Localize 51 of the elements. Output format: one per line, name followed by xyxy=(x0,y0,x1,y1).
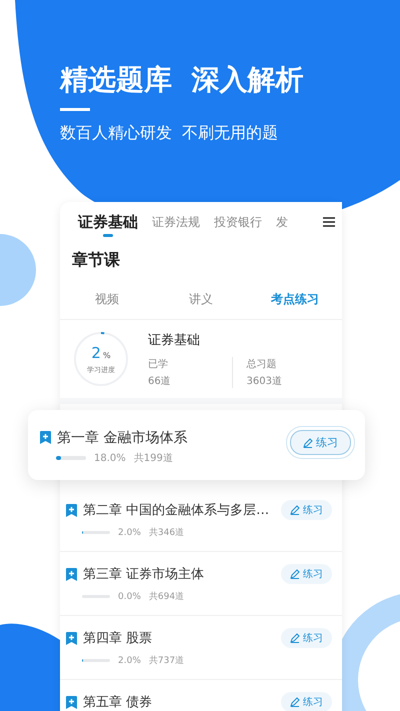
bookmark-icon xyxy=(66,632,77,644)
bookmark-icon xyxy=(40,431,51,444)
course-tab[interactable]: 考点练习 xyxy=(248,279,342,319)
chapter-total: 共694道 xyxy=(148,590,184,603)
section-title: 章节课 xyxy=(71,249,121,271)
practice-button[interactable]: 练习 xyxy=(281,628,332,648)
pen-icon xyxy=(290,569,300,579)
subject-tab[interactable]: 证券基础 xyxy=(78,202,138,242)
pen-icon xyxy=(290,505,300,515)
stat-value: 66道 xyxy=(148,374,172,388)
chapter-title: 第一章 金融市场体系 xyxy=(57,428,188,446)
bookmark-icon xyxy=(66,696,77,708)
chapter-title: 第四章 股票 xyxy=(83,630,154,647)
subject-name: 证券基础 xyxy=(148,332,201,348)
subject-tab[interactable]: 投资银行 xyxy=(214,202,262,242)
chapter-row[interactable]: 第五章 债券 练习 xyxy=(60,680,342,711)
stat-value: 3603道 xyxy=(246,374,283,388)
chapter-total: 共199道 xyxy=(134,452,173,465)
chapter-title: 第三章 证券市场主体 xyxy=(83,566,206,583)
pen-icon xyxy=(290,633,300,643)
subject-tab[interactable]: 证券法规 xyxy=(152,202,200,242)
practice-button[interactable]: 练习 xyxy=(281,564,332,584)
chapter-row[interactable]: 第三章 证券市场主体 练习 0.0% 共694道 xyxy=(60,552,342,616)
practice-button[interactable]: 练习 xyxy=(281,500,332,520)
menu-icon[interactable] xyxy=(323,217,335,227)
chapter-percent: 0.0% xyxy=(118,592,141,602)
bookmark-icon xyxy=(66,568,77,580)
chapter-card[interactable]: 第一章 金融市场体系 练习 18.0% 共199道 xyxy=(28,410,365,480)
chapter-total: 共737道 xyxy=(148,654,184,667)
hero-subtitle: 数百人精心研发 不刷无用的题 xyxy=(60,123,278,144)
pen-icon xyxy=(290,697,300,707)
chapter-title: 第二章 中国的金融体系与多层… xyxy=(83,502,270,519)
bookmark-icon xyxy=(66,504,77,516)
progress-unit: % xyxy=(102,351,111,360)
chapter-total: 共346道 xyxy=(148,526,184,539)
practice-button[interactable]: 练习 xyxy=(281,692,332,711)
subject-tab[interactable]: 发 xyxy=(276,202,288,242)
chapter-row[interactable]: 第二章 中国的金融体系与多层… 练习 2.0% 共346道 xyxy=(60,488,342,552)
chapter-percent: 2.0% xyxy=(118,528,141,538)
pen-icon xyxy=(303,438,313,448)
chapter-title: 第五章 债券 xyxy=(83,694,154,711)
chapter-row[interactable]: 第四章 股票 练习 2.0% 共737道 xyxy=(60,616,342,680)
course-tab[interactable]: 视频 xyxy=(60,279,154,319)
hero-title: 精选题库 深入解析 xyxy=(60,62,304,98)
stat-label: 已学 xyxy=(148,358,169,370)
course-tab[interactable]: 讲义 xyxy=(154,279,248,319)
chapter-percent: 18.0% xyxy=(94,452,126,464)
stat-label: 总习题 xyxy=(246,358,278,370)
progress-value: 2 xyxy=(91,344,101,362)
circle-decoration xyxy=(0,234,36,306)
chapter-percent: 2.0% xyxy=(118,656,141,666)
